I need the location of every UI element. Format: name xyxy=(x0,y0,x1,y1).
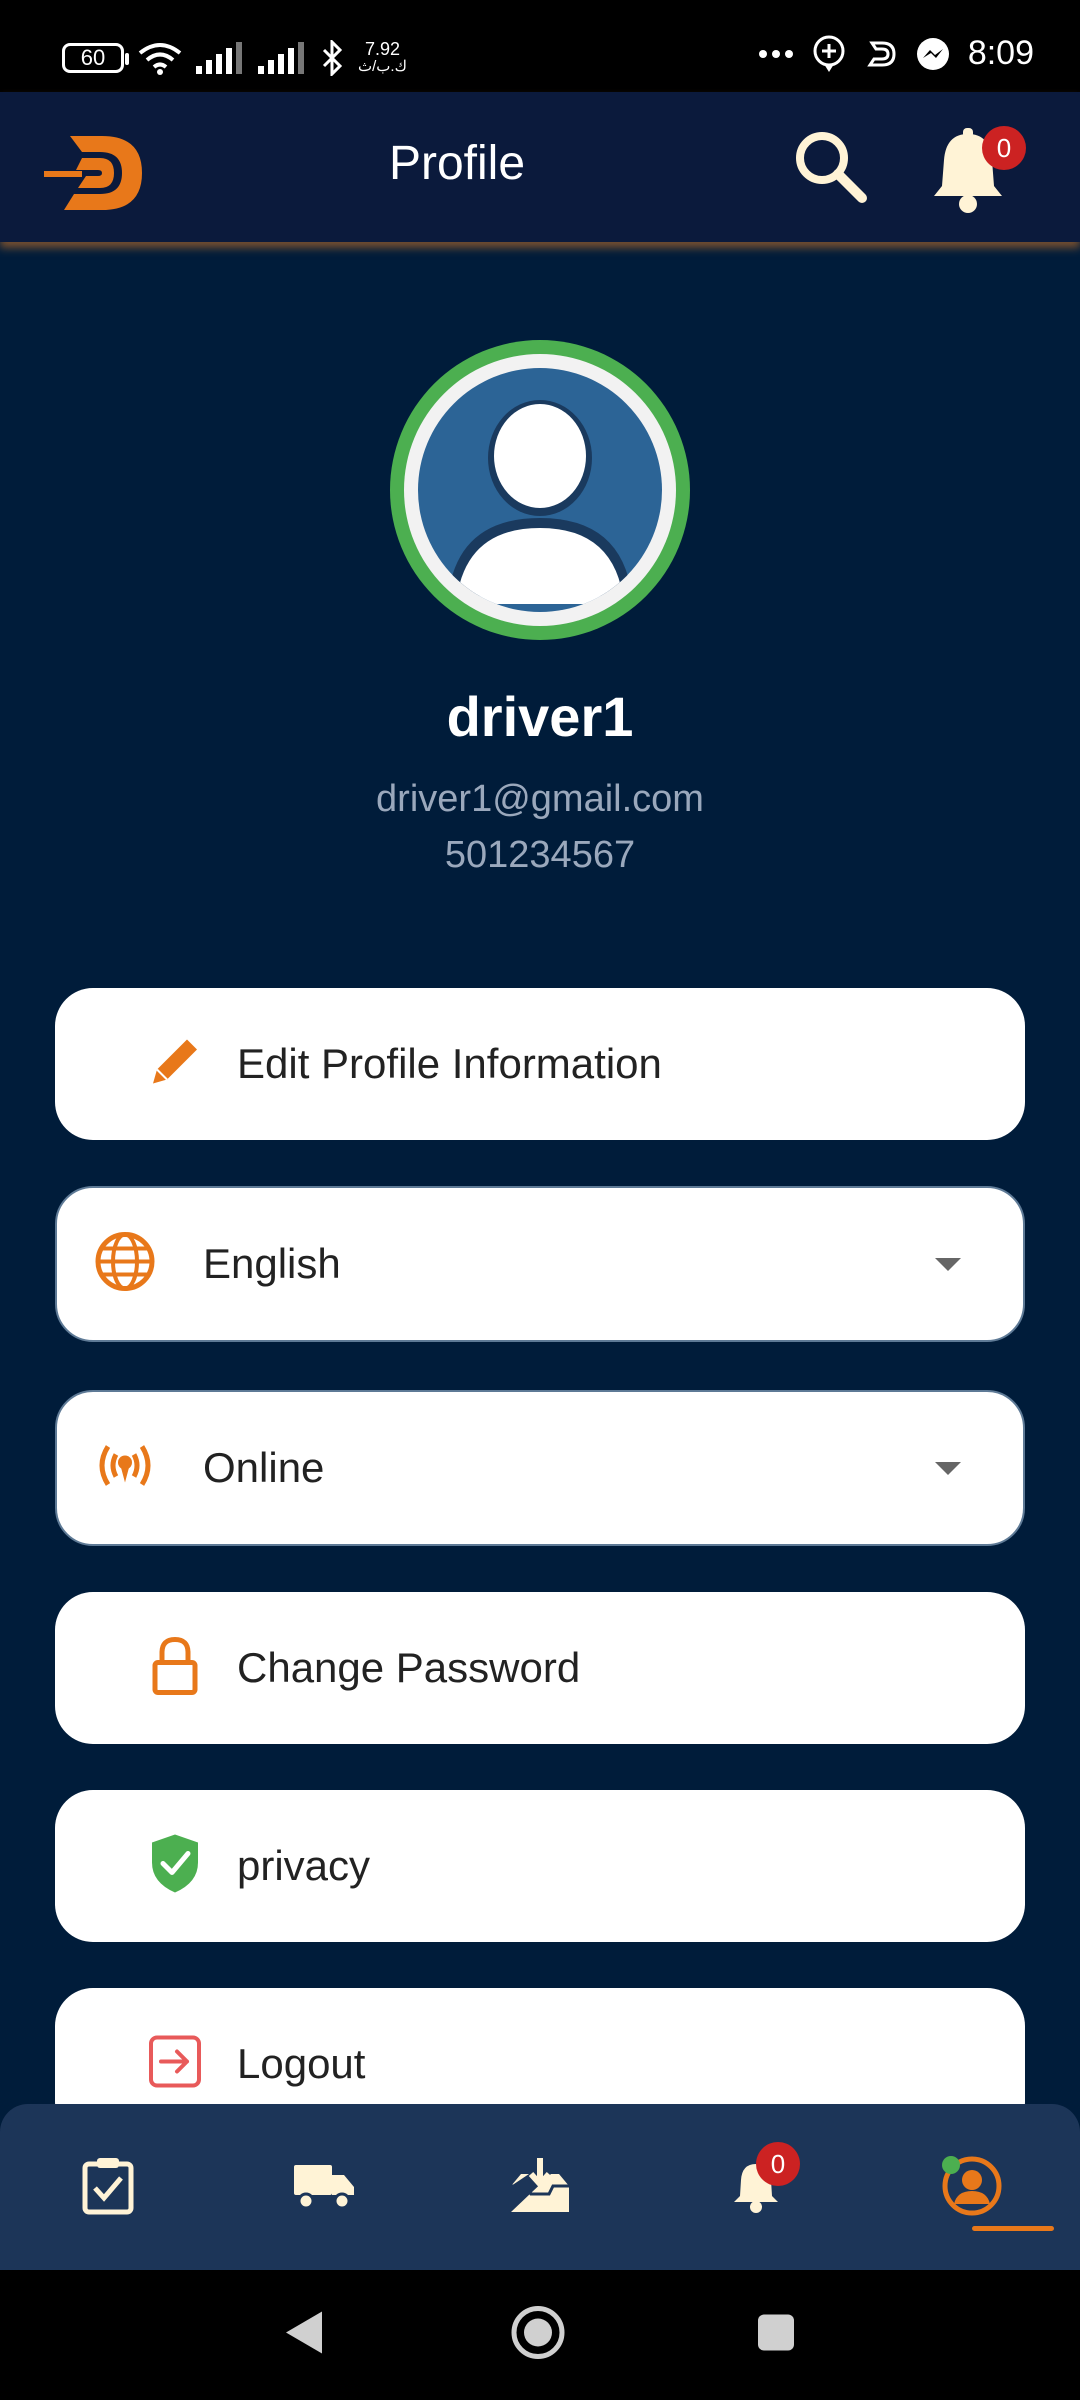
net-speed-value: 7.92 xyxy=(364,39,400,59)
nav-notifications[interactable]: 0 xyxy=(696,2104,816,2270)
clock: 8:09 xyxy=(967,34,1034,72)
nav-notification-badge: 0 xyxy=(756,2142,800,2186)
home-button[interactable] xyxy=(510,2305,566,2366)
avatar-image xyxy=(418,368,662,612)
back-button[interactable] xyxy=(284,2310,324,2361)
nav-tasks[interactable] xyxy=(48,2104,168,2270)
privacy-label: privacy xyxy=(237,1842,371,1889)
lock-icon xyxy=(150,1635,200,1702)
broadcast-icon xyxy=(94,1441,156,1496)
notifications-button[interactable]: 0 xyxy=(930,126,1026,221)
change-password-button[interactable]: Change Password xyxy=(55,1592,1025,1744)
profile-avatar[interactable] xyxy=(390,340,690,640)
messenger-icon xyxy=(916,37,949,70)
status-right: 8:09 xyxy=(758,34,1034,73)
battery-icon: 60 xyxy=(62,43,129,73)
chevron-down-icon xyxy=(935,1462,961,1475)
avatar-ring xyxy=(404,354,676,626)
logout-icon xyxy=(147,2034,203,2095)
nav-profile[interactable] xyxy=(912,2104,1032,2270)
page-title: Profile xyxy=(388,137,526,190)
privacy-button[interactable]: privacy xyxy=(55,1790,1025,1942)
user-email: driver1@gmail.com xyxy=(376,778,704,820)
app-logo-small-icon xyxy=(867,41,896,66)
language-select[interactable]: English xyxy=(55,1186,1025,1342)
nav-inbox[interactable] xyxy=(480,2104,600,2270)
edit-profile-button[interactable]: Edit Profile Information xyxy=(55,988,1025,1140)
nav-deliveries[interactable] xyxy=(264,2104,384,2270)
profile-icon xyxy=(942,2156,1002,2216)
net-speed: 7.92 ك.ب/ث xyxy=(358,40,407,76)
shield-check-icon xyxy=(148,1833,202,1900)
pencil-icon xyxy=(145,1032,205,1097)
bluetooth-icon xyxy=(322,40,343,76)
search-button[interactable] xyxy=(792,128,868,209)
truck-icon xyxy=(294,2165,354,2210)
language-value: English xyxy=(203,1240,341,1287)
net-speed-unit: ك.ب/ث xyxy=(358,58,407,75)
user-icon xyxy=(448,400,632,604)
bottom-nav: 0 xyxy=(0,2104,1080,2270)
search-icon xyxy=(796,132,867,203)
status-left: 60 7.92 ك.ب/ث xyxy=(62,40,407,76)
status-select[interactable]: Online xyxy=(55,1390,1025,1546)
recents-button[interactable] xyxy=(756,2313,796,2358)
active-tab-indicator xyxy=(972,2226,1054,2231)
app-header: Profile 0 xyxy=(0,92,1080,242)
home-icon xyxy=(511,2306,565,2359)
edit-profile-label: Edit Profile Information xyxy=(237,1040,662,1087)
chevron-down-icon xyxy=(935,1258,961,1271)
notification-badge: 0 xyxy=(982,126,1026,170)
back-icon xyxy=(286,2311,322,2354)
status-value: Online xyxy=(203,1444,325,1491)
signal-icon xyxy=(196,42,242,74)
more-icon xyxy=(758,49,793,58)
user-name: driver1 xyxy=(446,685,634,748)
recents-icon xyxy=(758,2314,794,2351)
system-nav-bar xyxy=(0,2270,1080,2400)
user-phone: 501234567 xyxy=(444,834,636,876)
wifi-icon xyxy=(138,43,182,75)
change-password-label: Change Password xyxy=(237,1644,581,1691)
status-bar: 60 7.92 ك.ب/ث 8:09 xyxy=(0,0,1080,92)
clipboard-check-icon xyxy=(82,2158,134,2215)
globe-icon xyxy=(94,1231,156,1298)
inbox-download-icon xyxy=(511,2158,569,2212)
add-chat-icon xyxy=(813,35,845,72)
signal-icon-2 xyxy=(258,42,304,74)
battery-level: 60 xyxy=(80,45,106,70)
